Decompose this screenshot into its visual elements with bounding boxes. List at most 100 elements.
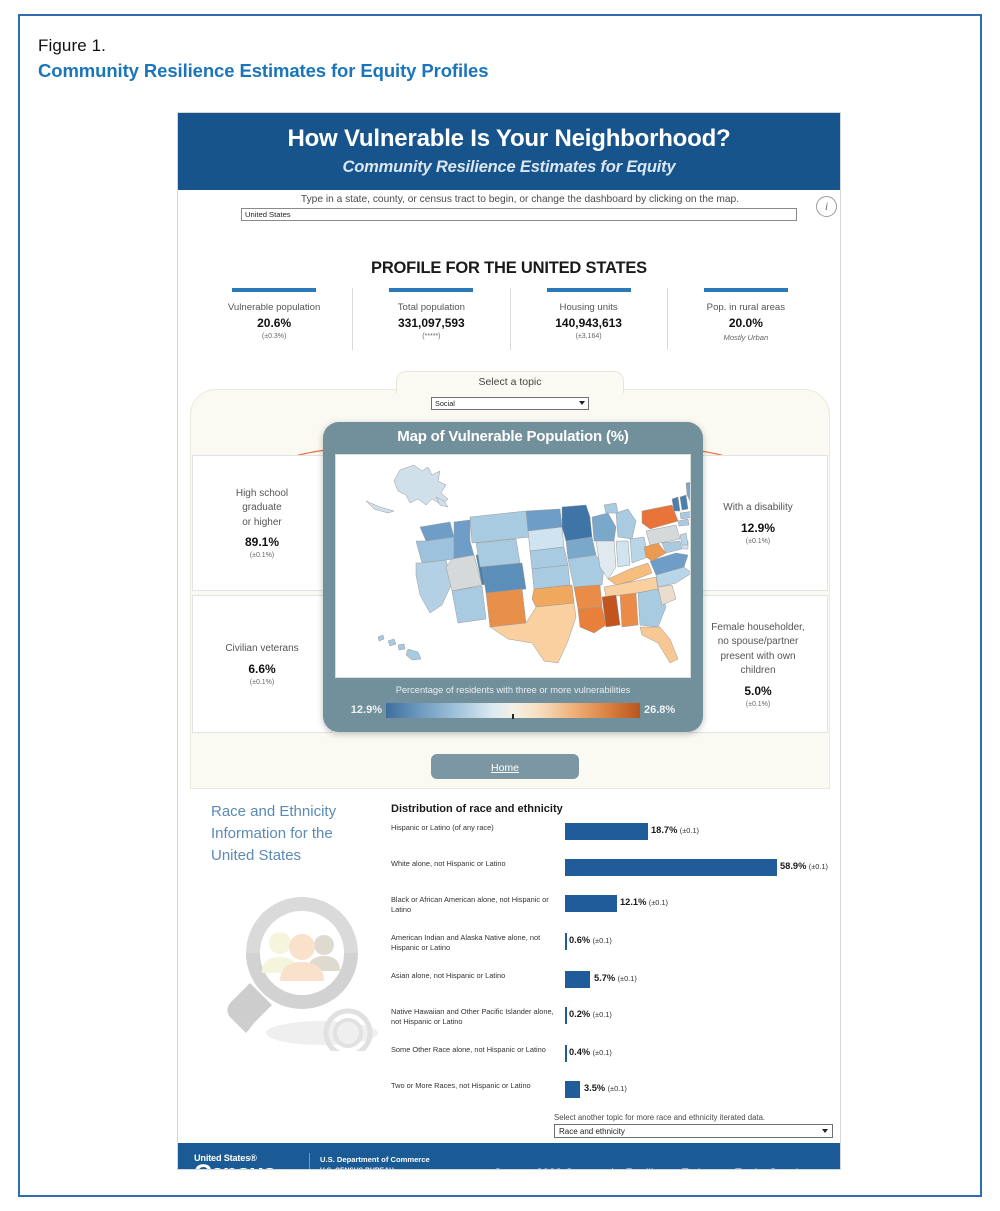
bar-track: 0.2% (±0.1): [565, 1007, 831, 1024]
bar-fill: [565, 933, 567, 950]
bar-value-number: 0.6%: [569, 935, 591, 945]
banner-title: How Vulnerable Is Your Neighborhood?: [287, 125, 731, 153]
stat-rule: [232, 288, 317, 292]
bar-fill: [565, 971, 590, 988]
bar-value-number: 3.5%: [584, 1083, 606, 1093]
bar-label: Black or African American alone, not His…: [391, 895, 549, 914]
page-title: PROFILE FOR THE UNITED STATES: [371, 259, 647, 277]
bar-label: American Indian and Alaska Native alone,…: [391, 933, 541, 952]
logo-census-word: Census: [194, 1161, 302, 1169]
bar-value: 58.9% (±0.1): [780, 861, 828, 871]
bar-track: 0.4% (±0.1): [565, 1045, 831, 1062]
card-value: 5.0%: [744, 683, 772, 698]
topic-select-value: Social: [435, 399, 455, 408]
us-map-svg: [365, 464, 690, 664]
card-moe: (±0.1%): [249, 678, 275, 686]
stat-value: 331,097,593: [398, 315, 465, 330]
bar-value-moe: (±0.1): [808, 862, 829, 871]
stat-label: Vulnerable population: [227, 301, 321, 313]
stat-moe: Mostly Urban: [723, 332, 769, 342]
bar-value: 12.1% (±0.1): [620, 897, 668, 907]
stat-rule: [546, 288, 631, 292]
bar-value-moe: (±0.1): [648, 898, 669, 907]
bar-label: Native Hawaiian and Other Pacific Island…: [391, 1007, 554, 1026]
dept-line-2: U.S. CENSUS BUREAU: [320, 1167, 430, 1169]
card-value: 12.9%: [740, 520, 776, 535]
bar-track: 18.7% (±0.1): [565, 823, 831, 840]
stat-value: 20.6%: [257, 315, 292, 330]
card-label: Female householder, no spouse/partner pres…: [711, 621, 805, 677]
bar-value-number: 18.7%: [651, 825, 678, 835]
choropleth-map[interactable]: [335, 454, 691, 678]
figure-frame: Figure 1. Community Resilience Estimates…: [18, 14, 982, 1197]
bar-label: White alone, not Hispanic or Latino: [391, 859, 506, 868]
bar-value-number: 5.7%: [594, 973, 616, 983]
card-with-a-disability[interactable]: With a disability 12.9% (±0.1%): [688, 455, 828, 591]
stat-moe: (±0.3%): [261, 332, 287, 340]
magnifying-glass-people-icon: [227, 897, 378, 1051]
bottom-topic-select[interactable]: Race and ethnicity: [554, 1124, 833, 1138]
distribution-chart-title: Distribution of race and ethnicity: [391, 803, 563, 815]
bar-track: 12.1% (±0.1): [565, 895, 831, 912]
map-title: Map of Vulnerable Population (%): [397, 428, 629, 445]
map-legend-caption: Percentage of residents with three or mo…: [395, 685, 631, 695]
bar-value-number: 58.9%: [780, 861, 807, 871]
banner-subtitle: Community Resilience Estimates for Equit…: [342, 157, 676, 176]
bar-value: 18.7% (±0.1): [651, 825, 699, 835]
search-input[interactable]: United States: [241, 208, 797, 221]
info-icon[interactable]: i: [816, 196, 837, 217]
source-note: Source: 2022 Community Resilience Estima…: [478, 1167, 830, 1169]
race-ethnicity-heading: Race and Ethnicity Information for the U…: [211, 803, 337, 864]
bar-value-moe: (±0.1): [592, 1048, 612, 1057]
bar-fill: [565, 1007, 567, 1024]
census-footer: United States® Census Bureau U.S. Depart…: [178, 1143, 840, 1169]
card-label: Civilian veterans: [225, 643, 299, 655]
stat-label: Housing units: [559, 301, 618, 313]
card-civilian-veterans[interactable]: Civilian veterans 6.6% (±0.1%): [192, 595, 332, 733]
home-button-label: Home: [490, 762, 519, 774]
tableau-dashboard: How Vulnerable Is Your Neighborhood? Com…: [177, 112, 841, 1170]
stat-rule: [389, 288, 474, 292]
bar-track: 0.6% (±0.1): [565, 933, 831, 950]
bar-label: Asian alone, not Hispanic or Latino: [391, 971, 506, 980]
dept-line-1: U.S. Department of Commerce: [320, 1155, 430, 1164]
card-female-householder[interactable]: Female householder, no spouse/partner pres…: [688, 595, 828, 733]
card-moe: (±0.1%): [249, 552, 275, 560]
bar-value-number: 12.1%: [620, 897, 647, 907]
stat-rule: [703, 288, 788, 292]
card-label: With a disability: [723, 502, 793, 514]
bar-value-moe: (±0.1): [617, 974, 637, 983]
bar-value-moe: (±0.1): [592, 936, 612, 945]
card-high-school-graduate[interactable]: High school graduate or higher 89.1% (±0.1…: [192, 455, 332, 591]
card-moe: (±0.1%): [745, 700, 771, 708]
card-moe: (±0.1%): [745, 537, 771, 545]
legend-tick: [512, 714, 514, 719]
bar-value: 0.2% (±0.1): [569, 1009, 612, 1019]
bar-value: 3.5% (±0.1): [584, 1083, 627, 1093]
search-hint: Type in a state, county, or census tract…: [300, 194, 740, 205]
bottom-select-hint: Select another topic for more race and e…: [554, 1113, 766, 1122]
logo-divider: [309, 1153, 310, 1169]
bar-track: 3.5% (±0.1): [565, 1081, 831, 1098]
bar-fill: [565, 859, 777, 876]
bar-value-moe: (±0.1): [607, 1084, 627, 1093]
chevron-down-icon: [579, 401, 585, 405]
bar-value-moe: (±0.1): [592, 1010, 612, 1019]
bar-track: 58.9% (±0.1): [565, 859, 831, 876]
bar-track: 5.7% (±0.1): [565, 971, 831, 988]
stat-moe: (±3,164): [575, 332, 602, 340]
bar-value-moe: (±0.1): [679, 826, 700, 835]
bar-value-number: 0.4%: [569, 1047, 591, 1057]
figure-number: Figure 1.: [38, 36, 106, 55]
map-legend: 12.9% 26.8%: [323, 701, 703, 719]
stat-value: 140,943,613: [555, 315, 622, 330]
topic-select[interactable]: Social: [431, 397, 589, 410]
home-button[interactable]: Home: [431, 754, 579, 779]
bar-value: 5.7% (±0.1): [594, 973, 637, 983]
stat-label: Pop. in rural areas: [706, 301, 786, 313]
stat-value: 20.0%: [728, 315, 763, 330]
bar-value: 0.4% (±0.1): [569, 1047, 612, 1057]
bar-label: Two or More Races, not Hispanic or Latin…: [391, 1081, 531, 1090]
race-ethnicity-bar-chart: Hispanic or Latino (of any race) 18.7% (…: [391, 823, 831, 1135]
legend-gradient-bar: [386, 702, 640, 719]
